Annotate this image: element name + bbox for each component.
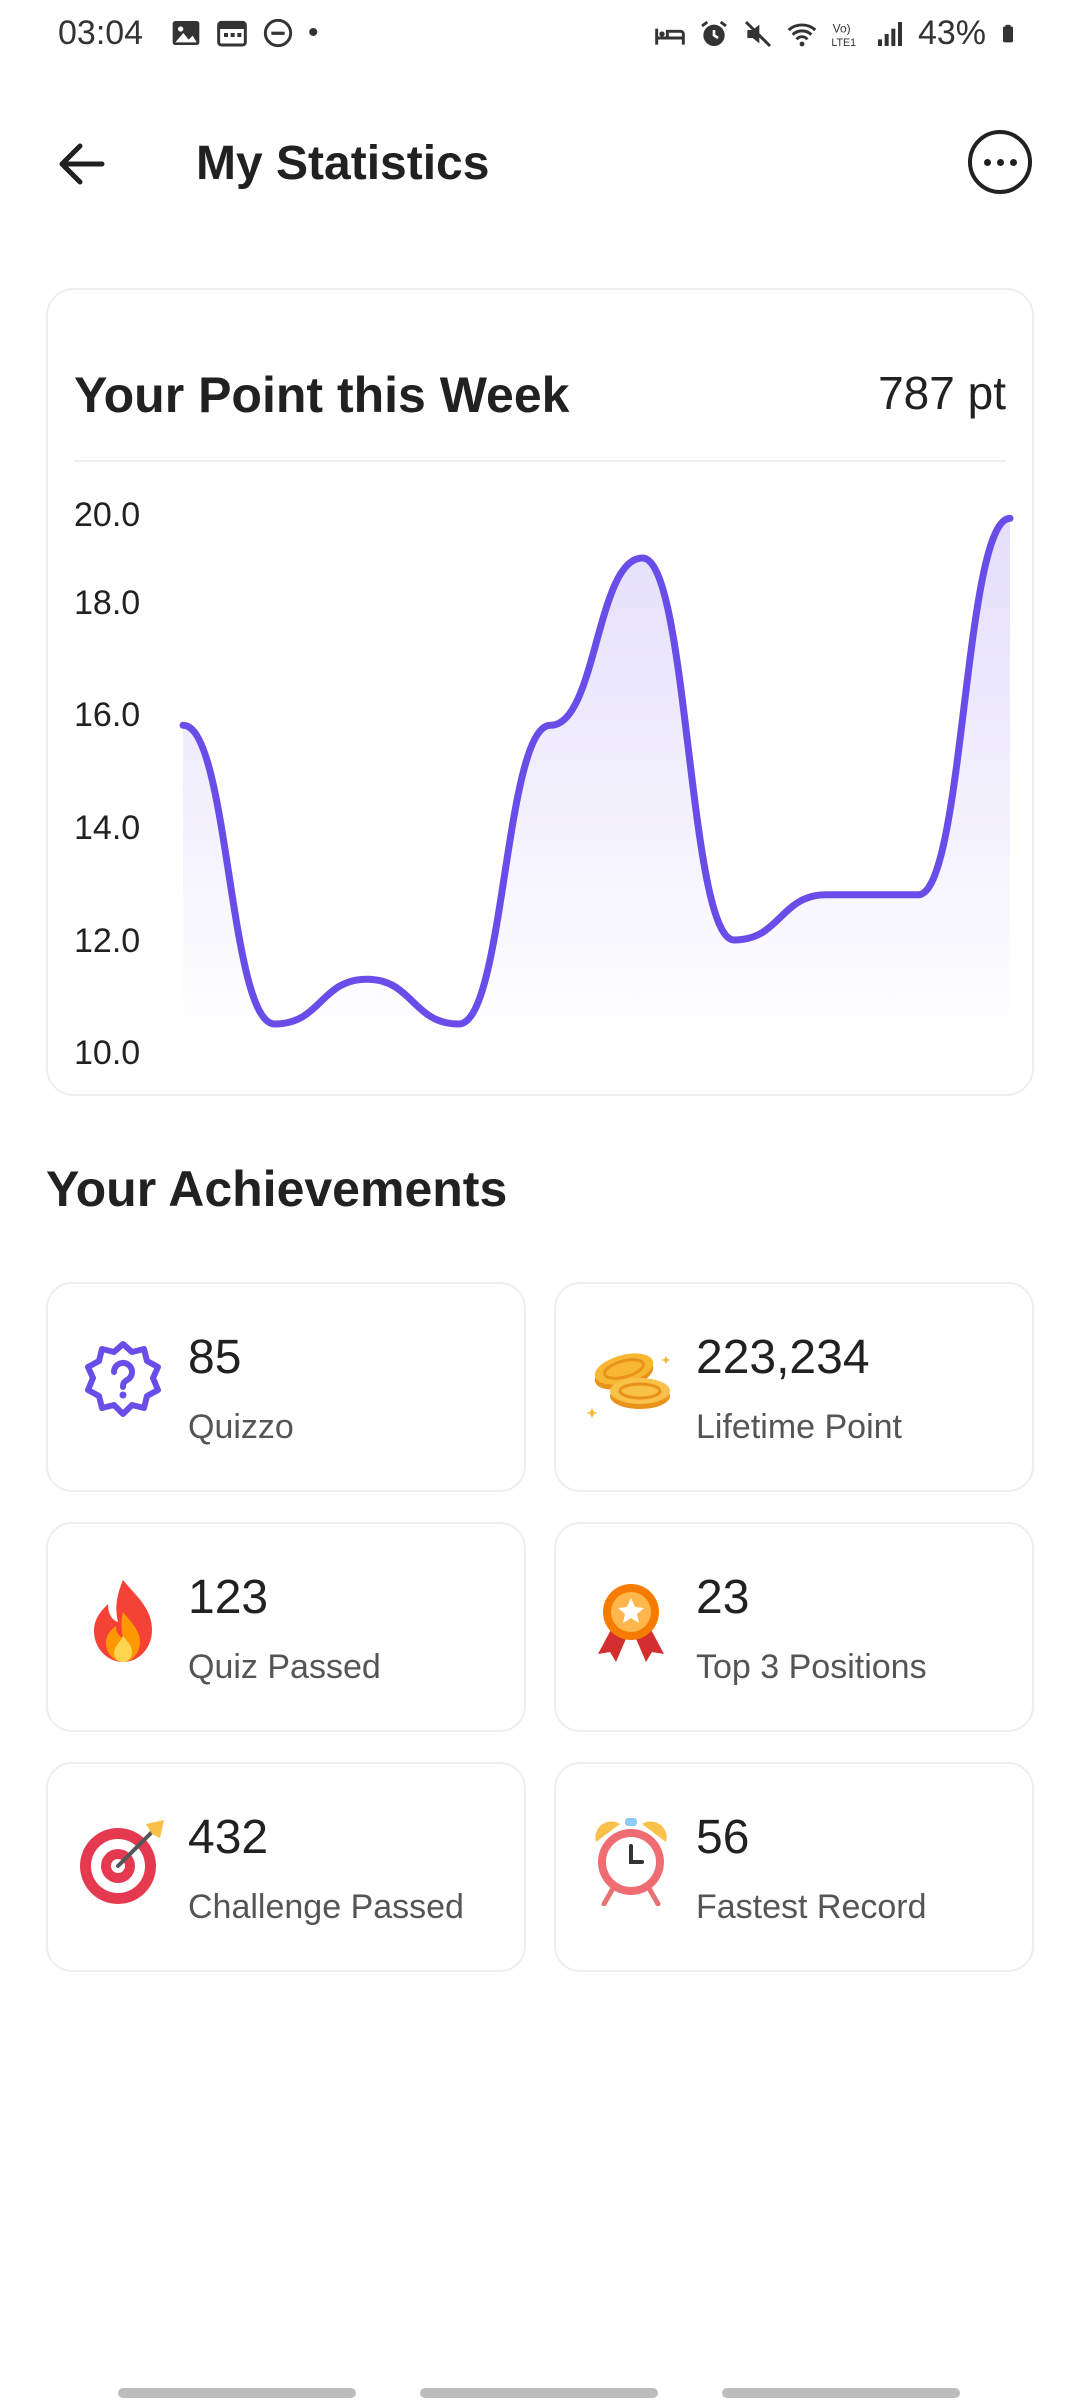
- y-tick-label: 20.0: [74, 496, 140, 534]
- calendar-icon: [217, 20, 247, 47]
- alarm-clock-icon: [595, 1818, 667, 1906]
- achievement-quizzo[interactable]: 85 Quizzo: [46, 1282, 526, 1492]
- mute-icon: [744, 20, 771, 47]
- alarm-icon: [701, 20, 727, 46]
- fire-icon: [94, 1580, 152, 1662]
- points-chart: 20.0 18.0 16.0 14.0 12.0 10.0: [74, 496, 1014, 1072]
- achievement-value: 123: [188, 1571, 269, 1624]
- achievement-label: Lifetime Point: [696, 1408, 902, 1446]
- status-bar: 03:04 • Vo) LTE1 43%: [0, 0, 1080, 70]
- gallery-icon: [172, 21, 200, 45]
- dnd-icon: [263, 18, 293, 48]
- nav-handle-right[interactable]: [722, 2388, 960, 2398]
- svg-text:Vo): Vo): [833, 21, 851, 35]
- achievement-value: 23: [696, 1571, 750, 1624]
- target-icon: [80, 1820, 164, 1904]
- battery-icon: [1003, 24, 1013, 42]
- achievement-label: Challenge Passed: [188, 1888, 464, 1926]
- coins-icon: [586, 1353, 671, 1418]
- achievement-quiz-passed[interactable]: 123 Quiz Passed: [46, 1522, 526, 1732]
- signal-icon: [877, 21, 902, 46]
- achievements-title: Your Achievements: [46, 1161, 508, 1217]
- wifi-icon: [787, 22, 817, 46]
- page-title: My Statistics: [196, 137, 490, 190]
- achievement-top3-positions[interactable]: 23 Top 3 Positions: [554, 1522, 1034, 1732]
- y-tick-label: 16.0: [74, 696, 140, 734]
- y-tick-label: 14.0: [74, 809, 140, 847]
- more-options-button[interactable]: [968, 130, 1032, 194]
- back-button[interactable]: [50, 132, 114, 196]
- achievement-challenge-passed[interactable]: 432 Challenge Passed: [46, 1762, 526, 1972]
- y-tick-label: 18.0: [74, 584, 140, 622]
- nav-handle-left[interactable]: [118, 2388, 356, 2398]
- medal-icon: [598, 1584, 664, 1662]
- nav-handle-center[interactable]: [420, 2388, 658, 2398]
- achievement-fastest-record[interactable]: 56 Fastest Record: [554, 1762, 1034, 1972]
- battery-percent: 43%: [917, 14, 986, 52]
- achievement-value: 432: [188, 1811, 269, 1864]
- weekly-points-card: Your Point this Week 787 pt 20.0 18.0 16.0…: [46, 288, 1034, 1096]
- achievement-lifetime-point[interactable]: 223,234 Lifetime Point: [554, 1282, 1034, 1492]
- y-tick-label: 12.0: [74, 922, 140, 960]
- achievement-label: Top 3 Positions: [696, 1648, 927, 1686]
- y-tick-label: 10.0: [74, 1034, 140, 1072]
- status-time: 03:04: [58, 14, 144, 52]
- chart-area-fill: [183, 518, 1010, 1042]
- volte-icon: Vo) LTE1: [831, 21, 856, 49]
- achievement-value: 56: [696, 1811, 750, 1864]
- arrow-left-icon: [59, 143, 105, 185]
- notification-dot: •: [308, 16, 319, 49]
- quiz-badge-icon: [85, 1341, 161, 1417]
- more-horizontal-icon: [983, 158, 991, 166]
- achievement-label: Fastest Record: [696, 1888, 927, 1926]
- sleep-icon: [655, 28, 685, 45]
- svg-text:LTE1: LTE1: [831, 37, 856, 49]
- achievement-label: Quiz Passed: [188, 1648, 381, 1686]
- achievement-value: 223,234: [696, 1331, 870, 1384]
- achievement-label: Quizzo: [188, 1408, 294, 1446]
- app-bar: My Statistics: [0, 110, 1080, 220]
- achievement-value: 85: [188, 1331, 242, 1384]
